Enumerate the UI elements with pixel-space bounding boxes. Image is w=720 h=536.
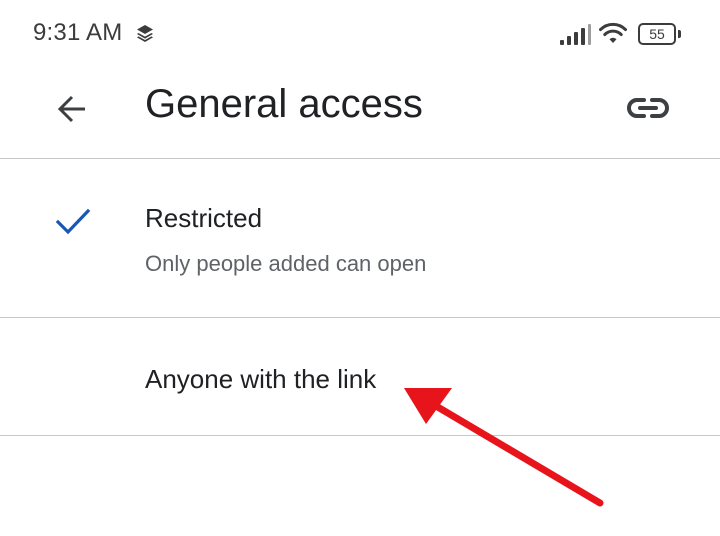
- divider: [0, 435, 720, 436]
- option-sublabel: Only people added can open: [145, 251, 427, 276]
- option-restricted[interactable]: Restricted Only people added can open: [0, 159, 720, 317]
- layers-icon: [137, 25, 153, 42]
- option-label: Anyone with the link: [145, 364, 377, 394]
- link-icon: [627, 98, 669, 118]
- wifi-icon: [599, 22, 627, 43]
- app-bar: General access: [0, 68, 720, 158]
- copy-link-button[interactable]: [620, 82, 676, 134]
- battery-icon: 55: [638, 23, 681, 45]
- battery-level: 55: [649, 26, 665, 42]
- back-button[interactable]: [46, 83, 98, 135]
- signal-icon: [560, 24, 591, 45]
- battery-tip: [678, 30, 681, 38]
- status-icons: 55: [559, 20, 684, 48]
- status-time: 9:31 AM: [33, 19, 123, 46]
- option-anyone-with-link[interactable]: Anyone with the link: [0, 318, 720, 435]
- screen: 9:31 AM 55 General access Restricted Onl…: [0, 0, 720, 536]
- option-label: Restricted: [145, 203, 263, 233]
- check-icon: [55, 208, 91, 235]
- status-bar: 9:31 AM 55: [0, 0, 720, 68]
- arrow-back-icon: [57, 95, 85, 123]
- page-title: General access: [145, 82, 423, 126]
